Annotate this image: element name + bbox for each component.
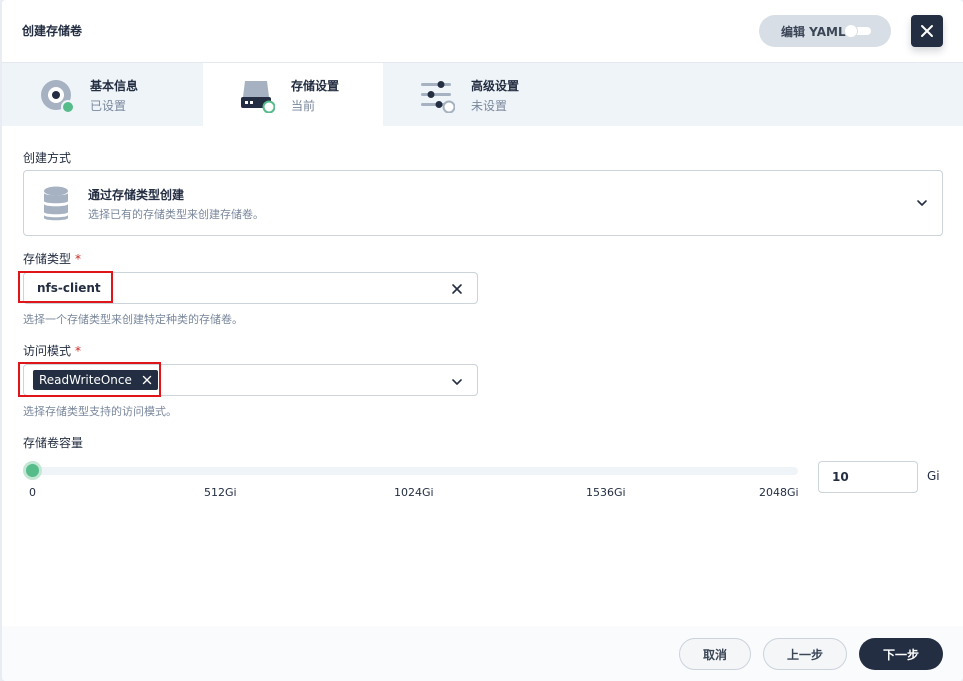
method-select[interactable]: 通过存储类型创建 选择已有的存储类型来创建存储卷。	[23, 170, 943, 236]
step-storage-settings[interactable]: 存储设置 当前	[203, 63, 383, 127]
database-icon	[44, 186, 68, 221]
slider-tick: 512Gi	[204, 486, 237, 499]
step-advanced-settings-name: 高级设置	[471, 79, 520, 93]
close-icon	[921, 25, 933, 37]
close-button[interactable]	[911, 15, 943, 47]
sliders-icon	[421, 81, 455, 113]
capacity-slider-track[interactable]	[32, 467, 798, 475]
step-tabs: 基本信息 已设置 存储设置 当前 高级设置 未设置	[2, 62, 963, 127]
step-basic-info-status: 已设置	[90, 99, 127, 113]
edit-yaml-label: 编辑 YAML	[781, 24, 846, 39]
yaml-switch[interactable]	[845, 25, 871, 37]
slider-tick: 1536Gi	[586, 486, 626, 499]
capacity-label: 存储卷容量	[23, 436, 84, 450]
storage-class-label: 存储类型 *	[23, 250, 81, 267]
slider-tick: 0	[29, 486, 36, 499]
method-label: 创建方式	[23, 151, 72, 165]
highlight-access-mode	[18, 362, 161, 397]
capacity-unit: Gi	[927, 469, 940, 483]
chevron-down-icon[interactable]	[916, 197, 928, 209]
previous-button[interactable]: 上一步	[763, 638, 847, 670]
highlight-storage-class	[18, 271, 113, 303]
step-storage-settings-status: 当前	[291, 99, 316, 113]
step-advanced-settings[interactable]: 高级设置 未设置	[383, 63, 563, 127]
step-storage-settings-name: 存储设置	[291, 79, 340, 93]
create-volume-dialog: 创建存储卷 编辑 YAML 基本信息 已设置 存储设置 当前 高级设置 未设置 …	[2, 0, 963, 681]
method-description: 选择已有的存储类型来创建存储卷。	[88, 208, 264, 221]
required-mark: *	[75, 344, 82, 358]
step-advanced-settings-status: 未设置	[471, 99, 508, 113]
storage-class-hint: 选择一个存储类型来创建特定种类的存储卷。	[23, 313, 243, 326]
slider-tick: 2048Gi	[759, 486, 799, 499]
dialog-footer: 取消 上一步 下一步	[2, 626, 963, 681]
capacity-value: 10	[832, 470, 849, 484]
cancel-button[interactable]: 取消	[679, 638, 751, 670]
dialog-title: 创建存储卷	[22, 24, 83, 38]
next-button[interactable]: 下一步	[859, 638, 943, 670]
access-mode-label-text: 访问模式	[23, 344, 72, 358]
slider-tick: 1024Gi	[394, 486, 434, 499]
disc-icon	[41, 80, 74, 113]
dialog-header: 创建存储卷 编辑 YAML	[2, 0, 963, 62]
access-mode-hint: 选择存储类型支持的访问模式。	[23, 405, 177, 418]
step-basic-info[interactable]: 基本信息 已设置	[2, 63, 182, 127]
storage-class-label-text: 存储类型	[23, 252, 72, 266]
capacity-slider-handle[interactable]	[23, 461, 42, 480]
access-mode-label: 访问模式 *	[23, 342, 81, 359]
step-basic-info-name: 基本信息	[90, 79, 139, 93]
capacity-input[interactable]: 10	[818, 461, 918, 493]
clear-icon[interactable]	[451, 283, 463, 295]
edit-yaml-toggle[interactable]: 编辑 YAML	[759, 15, 891, 47]
hard-drive-icon	[241, 81, 275, 113]
chevron-down-icon[interactable]	[451, 376, 463, 388]
method-title: 通过存储类型创建	[88, 188, 185, 202]
required-mark: *	[75, 252, 82, 266]
